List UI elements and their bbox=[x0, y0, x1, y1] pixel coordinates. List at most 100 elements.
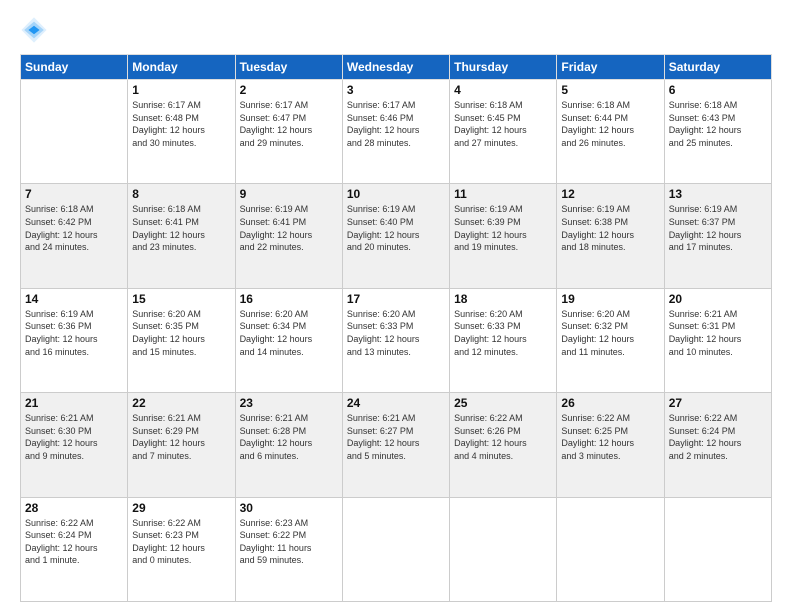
day-number: 21 bbox=[25, 396, 123, 410]
calendar-cell: 8Sunrise: 6:18 AM Sunset: 6:41 PM Daylig… bbox=[128, 184, 235, 288]
day-number: 10 bbox=[347, 187, 445, 201]
calendar-cell: 14 Sunrise: 6:19 AM Sunset: 6:36 PM Dayli… bbox=[21, 288, 128, 392]
day-number: 27 bbox=[669, 396, 767, 410]
week-row-4: 21 Sunrise: 6:21 AM Sunset: 6:30 PM Dayli… bbox=[21, 393, 772, 497]
day-info: Sunrise: 6:18 AM Sunset: 6:45 PM Dayligh… bbox=[454, 99, 552, 149]
calendar-cell: 1 Sunrise: 6:17 AM Sunset: 6:48 PM Daylig… bbox=[128, 80, 235, 184]
day-info: Sunrise: 6:21 AM Sunset: 6:28 PM Dayligh… bbox=[240, 412, 338, 462]
calendar-cell bbox=[450, 497, 557, 601]
day-info: Sunrise: 6:20 AM Sunset: 6:33 PM Dayligh… bbox=[454, 308, 552, 358]
calendar-cell: 19 Sunrise: 6:20 AM Sunset: 6:32 PM Dayli… bbox=[557, 288, 664, 392]
day-number: 23 bbox=[240, 396, 338, 410]
day-number: 13 bbox=[669, 187, 767, 201]
day-info: Sunrise: 6:19 AM Sunset: 6:40 PM Dayligh… bbox=[347, 203, 445, 253]
day-info: Sunrise: 6:17 AM Sunset: 6:47 PM Dayligh… bbox=[240, 99, 338, 149]
week-row-1: 1 Sunrise: 6:17 AM Sunset: 6:48 PM Daylig… bbox=[21, 80, 772, 184]
calendar-cell: 20 Sunrise: 6:21 AM Sunset: 6:31 PM Dayli… bbox=[664, 288, 771, 392]
calendar-table: SundayMondayTuesdayWednesdayThursdayFrid… bbox=[20, 54, 772, 602]
logo-icon bbox=[20, 16, 48, 44]
day-number: 19 bbox=[561, 292, 659, 306]
day-number: 25 bbox=[454, 396, 552, 410]
day-number: 15 bbox=[132, 292, 230, 306]
day-info: Sunrise: 6:21 AM Sunset: 6:27 PM Dayligh… bbox=[347, 412, 445, 462]
week-row-3: 14 Sunrise: 6:19 AM Sunset: 6:36 PM Dayli… bbox=[21, 288, 772, 392]
calendar-cell: 21 Sunrise: 6:21 AM Sunset: 6:30 PM Dayli… bbox=[21, 393, 128, 497]
calendar-cell: 16 Sunrise: 6:20 AM Sunset: 6:34 PM Dayli… bbox=[235, 288, 342, 392]
calendar-cell: 27Sunrise: 6:22 AM Sunset: 6:24 PM Dayli… bbox=[664, 393, 771, 497]
calendar-cell bbox=[21, 80, 128, 184]
calendar-cell: 6Sunrise: 6:18 AM Sunset: 6:43 PM Daylig… bbox=[664, 80, 771, 184]
day-info: Sunrise: 6:17 AM Sunset: 6:48 PM Dayligh… bbox=[132, 99, 230, 149]
day-number: 20 bbox=[669, 292, 767, 306]
day-number: 4 bbox=[454, 83, 552, 97]
day-info: Sunrise: 6:20 AM Sunset: 6:34 PM Dayligh… bbox=[240, 308, 338, 358]
calendar-cell: 3Sunrise: 6:17 AM Sunset: 6:46 PM Daylig… bbox=[342, 80, 449, 184]
calendar-cell: 30Sunrise: 6:23 AM Sunset: 6:22 PM Dayli… bbox=[235, 497, 342, 601]
day-info: Sunrise: 6:20 AM Sunset: 6:33 PM Dayligh… bbox=[347, 308, 445, 358]
day-number: 28 bbox=[25, 501, 123, 515]
day-info: Sunrise: 6:22 AM Sunset: 6:25 PM Dayligh… bbox=[561, 412, 659, 462]
header-row: SundayMondayTuesdayWednesdayThursdayFrid… bbox=[21, 55, 772, 80]
day-info: Sunrise: 6:19 AM Sunset: 6:41 PM Dayligh… bbox=[240, 203, 338, 253]
day-number: 7 bbox=[25, 187, 123, 201]
day-info: Sunrise: 6:21 AM Sunset: 6:30 PM Dayligh… bbox=[25, 412, 123, 462]
day-number: 14 bbox=[25, 292, 123, 306]
day-header-thursday: Thursday bbox=[450, 55, 557, 80]
calendar-cell: 26 Sunrise: 6:22 AM Sunset: 6:25 PM Dayli… bbox=[557, 393, 664, 497]
day-info: Sunrise: 6:20 AM Sunset: 6:35 PM Dayligh… bbox=[132, 308, 230, 358]
calendar-cell: 17 Sunrise: 6:20 AM Sunset: 6:33 PM Dayli… bbox=[342, 288, 449, 392]
day-info: Sunrise: 6:18 AM Sunset: 6:43 PM Dayligh… bbox=[669, 99, 767, 149]
day-number: 29 bbox=[132, 501, 230, 515]
day-info: Sunrise: 6:19 AM Sunset: 6:37 PM Dayligh… bbox=[669, 203, 767, 253]
day-info: Sunrise: 6:23 AM Sunset: 6:22 PM Dayligh… bbox=[240, 517, 338, 567]
day-info: Sunrise: 6:19 AM Sunset: 6:39 PM Dayligh… bbox=[454, 203, 552, 253]
calendar-cell: 25 Sunrise: 6:22 AM Sunset: 6:26 PM Dayli… bbox=[450, 393, 557, 497]
day-number: 26 bbox=[561, 396, 659, 410]
calendar-cell: 5Sunrise: 6:18 AM Sunset: 6:44 PM Daylig… bbox=[557, 80, 664, 184]
calendar-cell: 28 Sunrise: 6:22 AM Sunset: 6:24 PM Dayli… bbox=[21, 497, 128, 601]
day-number: 9 bbox=[240, 187, 338, 201]
day-header-monday: Monday bbox=[128, 55, 235, 80]
day-info: Sunrise: 6:18 AM Sunset: 6:42 PM Dayligh… bbox=[25, 203, 123, 253]
calendar-cell: 7 Sunrise: 6:18 AM Sunset: 6:42 PM Daylig… bbox=[21, 184, 128, 288]
day-info: Sunrise: 6:22 AM Sunset: 6:24 PM Dayligh… bbox=[25, 517, 123, 567]
calendar-cell: 11 Sunrise: 6:19 AM Sunset: 6:39 PM Dayli… bbox=[450, 184, 557, 288]
week-row-2: 7 Sunrise: 6:18 AM Sunset: 6:42 PM Daylig… bbox=[21, 184, 772, 288]
day-number: 24 bbox=[347, 396, 445, 410]
day-info: Sunrise: 6:20 AM Sunset: 6:32 PM Dayligh… bbox=[561, 308, 659, 358]
day-header-sunday: Sunday bbox=[21, 55, 128, 80]
calendar-cell: 18Sunrise: 6:20 AM Sunset: 6:33 PM Dayli… bbox=[450, 288, 557, 392]
calendar-cell: 15 Sunrise: 6:20 AM Sunset: 6:35 PM Dayli… bbox=[128, 288, 235, 392]
calendar-cell: 2 Sunrise: 6:17 AM Sunset: 6:47 PM Daylig… bbox=[235, 80, 342, 184]
day-number: 1 bbox=[132, 83, 230, 97]
calendar-cell: 29 Sunrise: 6:22 AM Sunset: 6:23 PM Dayli… bbox=[128, 497, 235, 601]
day-header-saturday: Saturday bbox=[664, 55, 771, 80]
day-info: Sunrise: 6:21 AM Sunset: 6:31 PM Dayligh… bbox=[669, 308, 767, 358]
day-number: 12 bbox=[561, 187, 659, 201]
header bbox=[20, 16, 772, 44]
calendar-cell: 9 Sunrise: 6:19 AM Sunset: 6:41 PM Daylig… bbox=[235, 184, 342, 288]
day-number: 16 bbox=[240, 292, 338, 306]
day-header-friday: Friday bbox=[557, 55, 664, 80]
calendar-cell: 10 Sunrise: 6:19 AM Sunset: 6:40 PM Dayli… bbox=[342, 184, 449, 288]
calendar-cell bbox=[342, 497, 449, 601]
day-number: 5 bbox=[561, 83, 659, 97]
day-info: Sunrise: 6:22 AM Sunset: 6:23 PM Dayligh… bbox=[132, 517, 230, 567]
day-info: Sunrise: 6:17 AM Sunset: 6:46 PM Dayligh… bbox=[347, 99, 445, 149]
logo bbox=[20, 16, 52, 44]
calendar-cell: 23 Sunrise: 6:21 AM Sunset: 6:28 PM Dayli… bbox=[235, 393, 342, 497]
day-info: Sunrise: 6:19 AM Sunset: 6:36 PM Dayligh… bbox=[25, 308, 123, 358]
calendar-cell: 4 Sunrise: 6:18 AM Sunset: 6:45 PM Daylig… bbox=[450, 80, 557, 184]
calendar-cell: 24 Sunrise: 6:21 AM Sunset: 6:27 PM Dayli… bbox=[342, 393, 449, 497]
day-info: Sunrise: 6:21 AM Sunset: 6:29 PM Dayligh… bbox=[132, 412, 230, 462]
calendar-cell bbox=[664, 497, 771, 601]
day-number: 22 bbox=[132, 396, 230, 410]
day-number: 17 bbox=[347, 292, 445, 306]
week-row-5: 28 Sunrise: 6:22 AM Sunset: 6:24 PM Dayli… bbox=[21, 497, 772, 601]
day-number: 2 bbox=[240, 83, 338, 97]
calendar-cell bbox=[557, 497, 664, 601]
calendar-cell: 12 Sunrise: 6:19 AM Sunset: 6:38 PM Dayli… bbox=[557, 184, 664, 288]
day-info: Sunrise: 6:19 AM Sunset: 6:38 PM Dayligh… bbox=[561, 203, 659, 253]
day-info: Sunrise: 6:22 AM Sunset: 6:26 PM Dayligh… bbox=[454, 412, 552, 462]
day-number: 11 bbox=[454, 187, 552, 201]
